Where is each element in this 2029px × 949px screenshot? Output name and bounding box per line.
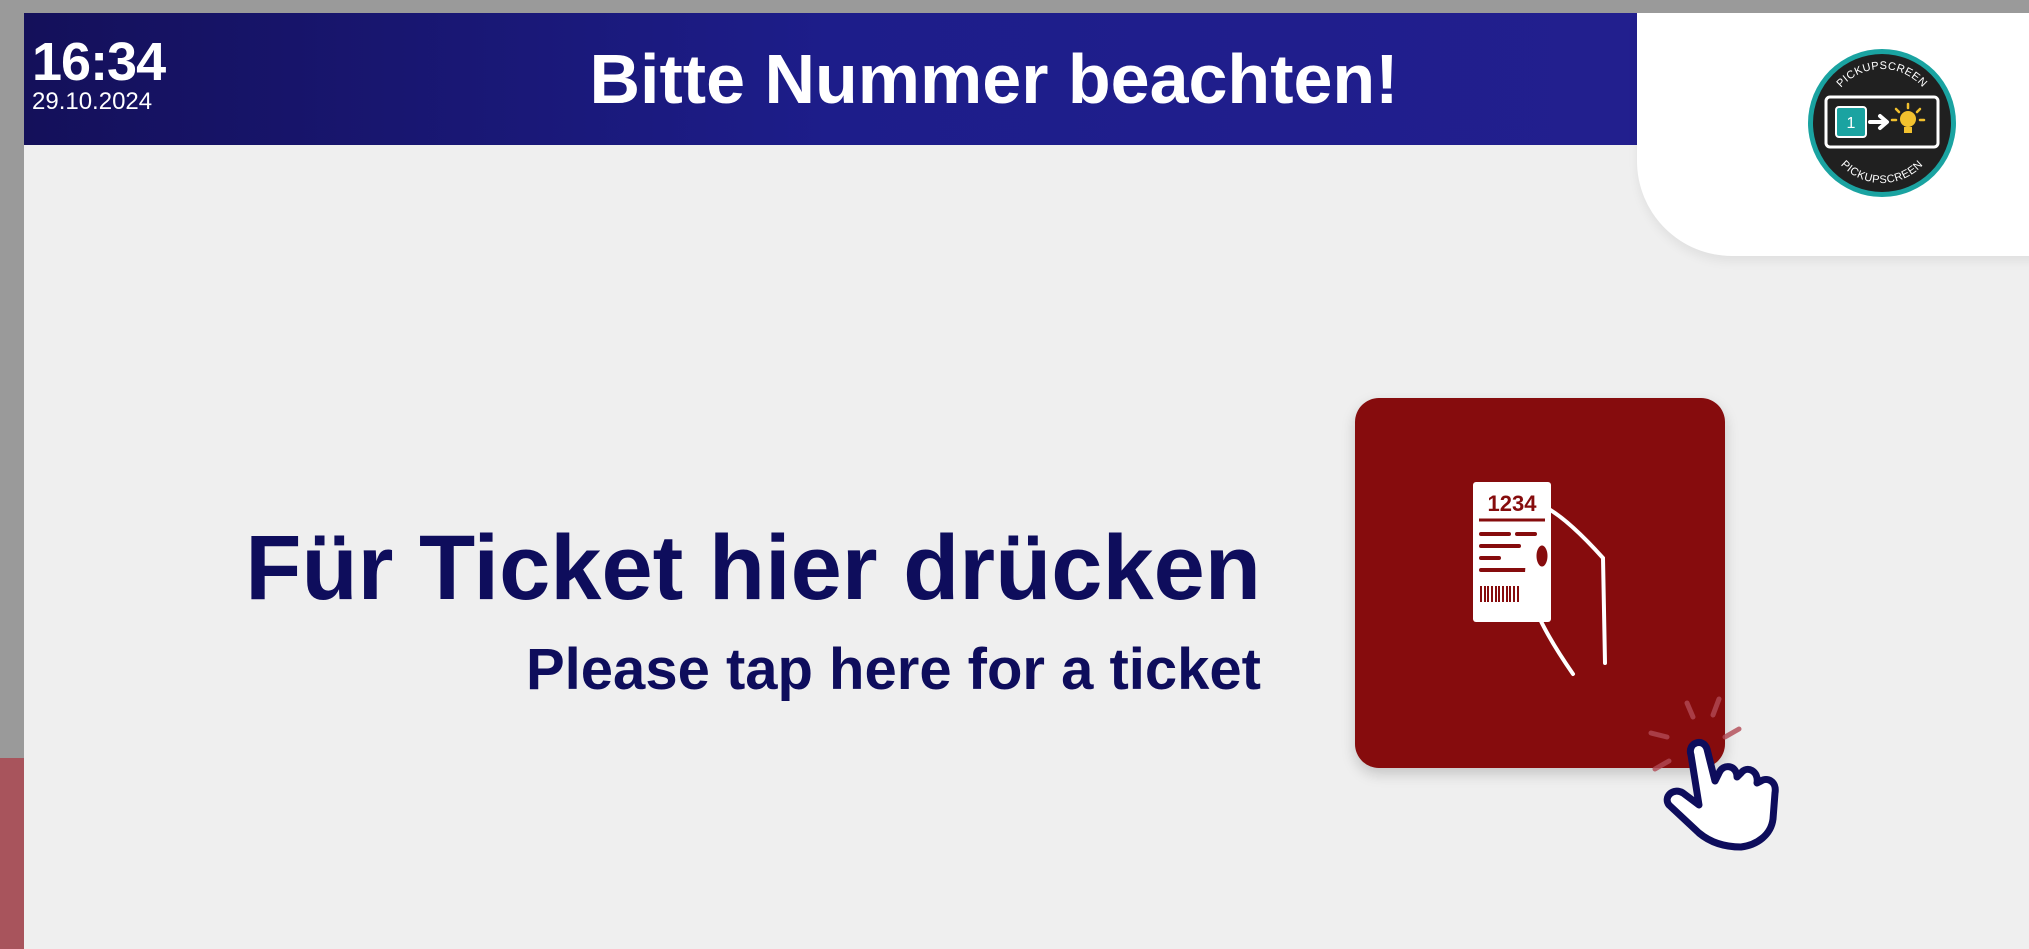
ticket-number: 1234 (1488, 491, 1538, 516)
logo-badge-number: 1 (1847, 115, 1856, 132)
prompt-english: Please tap here for a ticket (526, 637, 1261, 702)
ticket-prompt: Für Ticket hier drücken Please tap here … (61, 513, 1261, 705)
header-bar: 16:34 29.10.2024 Bitte Nummer beachten! (24, 13, 1637, 145)
left-edge-accent (0, 758, 24, 949)
tap-hand-icon (1648, 696, 1779, 851)
ticket-hand-icon: 1234 (1473, 482, 1607, 676)
kiosk-screen: 16:34 29.10.2024 Bitte Nummer beachten! … (24, 13, 2029, 949)
prompt-german: Für Ticket hier drücken (245, 517, 1261, 619)
pickupscreen-logo-icon: PICKUPSCREEN PICKUPSCREEN 1 (1808, 49, 1956, 197)
logo-card: PICKUPSCREEN PICKUPSCREEN 1 (1637, 13, 2029, 256)
